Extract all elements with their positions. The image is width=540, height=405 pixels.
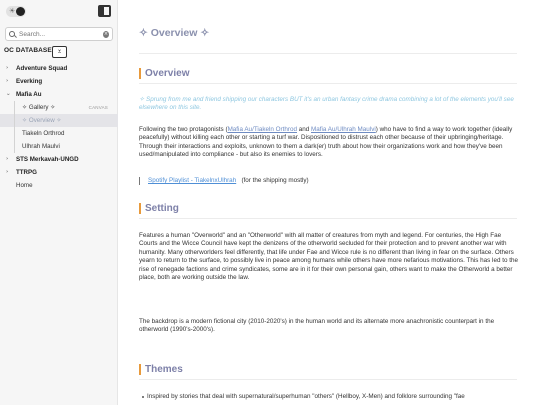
chevron-down-icon: ⌄ (6, 91, 11, 97)
divider (139, 83, 517, 84)
chevron-right-icon: › (6, 156, 9, 162)
setting-heading: Setting (139, 203, 179, 214)
sun-icon: ☀ (9, 7, 16, 15)
collapse-all-button[interactable]: ⌄ ⌃ (52, 46, 67, 58)
chevron-right-icon: › (6, 78, 9, 84)
canvas-tag: CANVAS (88, 105, 108, 110)
sidebar-toggle-icon[interactable] (98, 5, 111, 17)
playlist-quote: Spotify Playlist - TiakelnxUlhrah (for t… (139, 177, 309, 185)
clear-search-icon[interactable]: × (103, 30, 109, 38)
spotify-playlist-link[interactable]: Spotify Playlist - TiakelnxUlhrah (148, 177, 236, 184)
toggle-knob (16, 7, 25, 16)
file-label: ✧ Gallery ✧ (22, 104, 56, 111)
setting-paragraph-2: The backdrop is a modern fictional city … (139, 318, 495, 334)
divider (139, 379, 517, 380)
playlist-note: (for the shipping mostly) (241, 177, 309, 184)
overview-heading: Overview (139, 68, 189, 79)
file-ulhrah-maulvi[interactable]: Ulhrah Maulvi (0, 140, 118, 153)
folder-adventure-squad[interactable]: › Adventure Squad (0, 62, 118, 75)
file-label: Tiakeln Orthrod (22, 130, 65, 137)
divider (139, 53, 517, 54)
folder-everking[interactable]: › Everking (0, 75, 118, 88)
folder-label: Mafia Au (16, 91, 42, 98)
themes-list-item: Inspired by stories that deal with super… (142, 393, 465, 400)
file-tree: › Adventure Squad › Everking ⌄ Mafia Au … (0, 62, 118, 192)
file-tiakeln-orthrod[interactable]: Tiakeln Orthrod (0, 127, 118, 140)
text-run: Following the two protagonists ( (139, 126, 228, 133)
search-icon (9, 31, 15, 37)
tree-indent-guide (14, 101, 15, 153)
file-label: Home (16, 182, 33, 189)
text-run: and (296, 126, 311, 133)
file-overview[interactable]: ✧ Overview ✧ (0, 114, 118, 127)
link-tiakeln-orthrod[interactable]: Mafia Au/Tiakeln Orthrod (228, 126, 297, 133)
setting-paragraph-1: Features a human "Overworld" and an "Oth… (139, 232, 518, 282)
dark-mode-switch[interactable]: ☀ (6, 6, 26, 17)
database-title: OC DATABASE (4, 47, 52, 54)
search-input[interactable] (19, 30, 103, 38)
folder-label: STS Merkavah-UNGD (16, 156, 79, 163)
file-label: ✧ Overview ✧ (22, 117, 62, 124)
file-gallery[interactable]: ✧ Gallery ✧ CANVAS (0, 101, 118, 114)
content-pane: ✧ Overview ✧ Overview ✧ Sprung from me a… (119, 0, 540, 405)
search-box[interactable]: × (5, 27, 113, 41)
folder-mafia-au[interactable]: ⌄ Mafia Au (0, 88, 118, 101)
page-title: ✧ Overview ✧ (139, 27, 210, 39)
collapse-icon: ⌄ ⌃ (56, 46, 63, 58)
link-ulhrah-maulvi[interactable]: Mafia Au/Ulhrah Maulvi (311, 126, 376, 133)
file-label: Ulhrah Maulvi (22, 143, 60, 150)
file-home[interactable]: Home (0, 179, 118, 192)
folder-sts-merkavah[interactable]: › STS Merkavah-UNGD (0, 153, 118, 166)
intro-callout: ✧ Sprung from me and friend shipping our… (139, 96, 514, 112)
chevron-right-icon: › (6, 169, 9, 175)
themes-heading: Themes (139, 364, 183, 375)
folder-ttrpg[interactable]: › TTRPG (0, 166, 118, 179)
divider (139, 218, 517, 219)
sidebar: ☀ × OC DATABASE ⌄⌃ › Adventure Squad › E… (0, 0, 118, 405)
folder-label: Everking (16, 78, 43, 85)
theme-toggle[interactable]: ☀ (6, 6, 26, 17)
chevron-right-icon: › (6, 65, 9, 71)
folder-label: TTRPG (16, 169, 37, 176)
folder-label: Adventure Squad (16, 65, 68, 72)
overview-paragraph: Following the two protagonists (Mafia Au… (139, 126, 519, 160)
